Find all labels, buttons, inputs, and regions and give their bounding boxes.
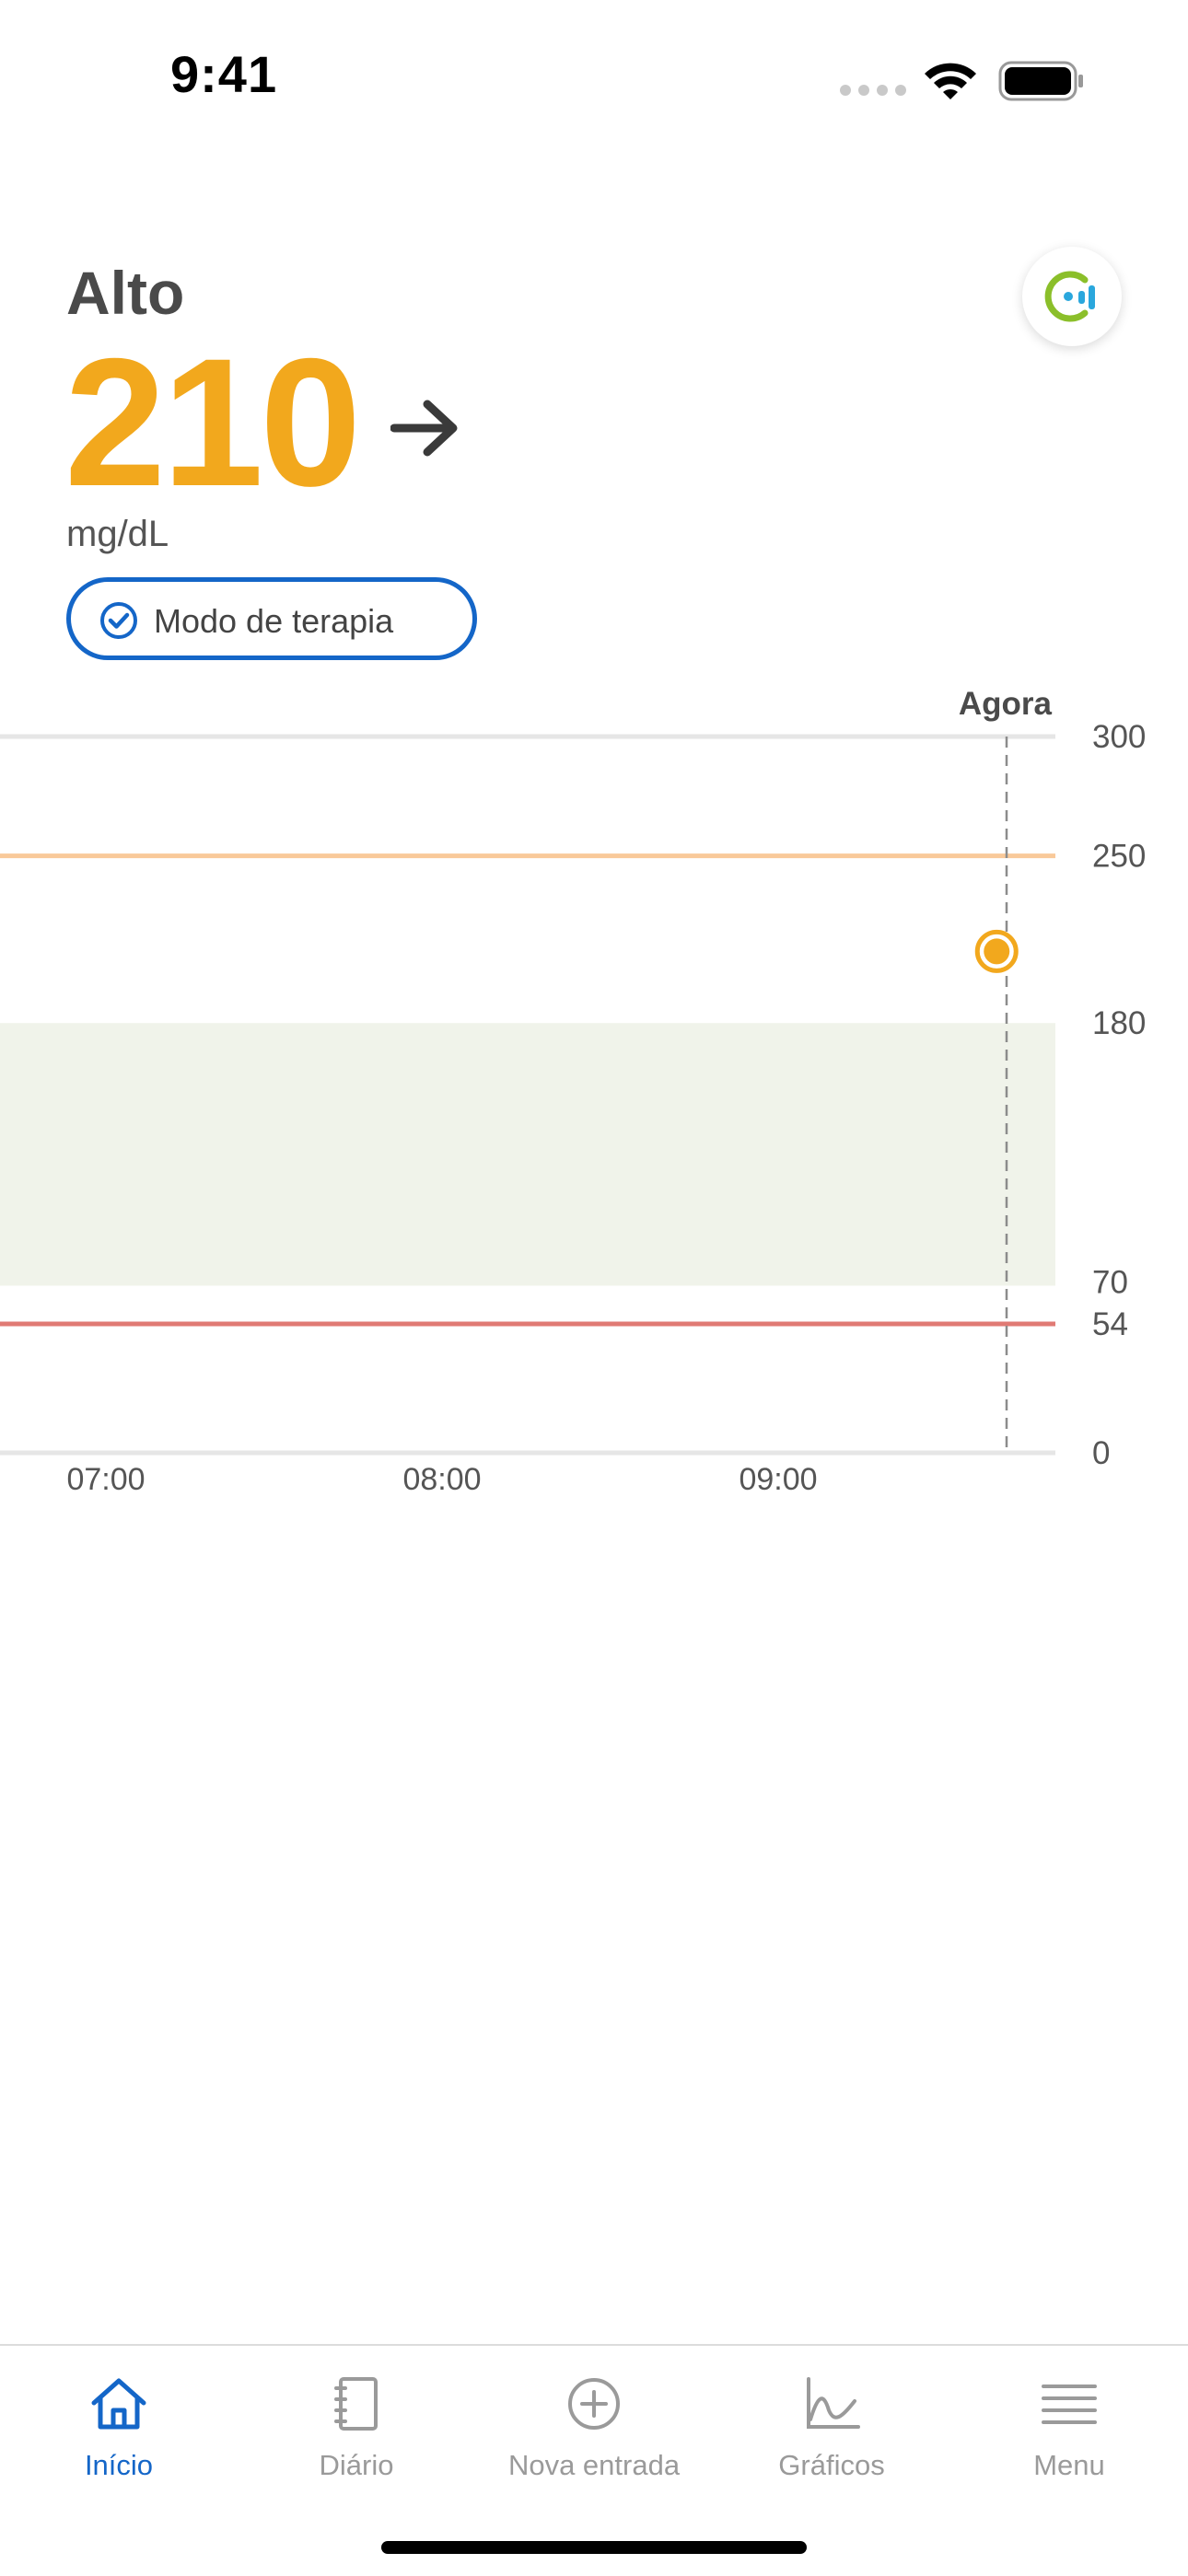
tab-inicio-label: Início <box>84 2449 154 2481</box>
arrow-right-icon <box>390 398 460 458</box>
cellular-signal-icon <box>840 85 908 96</box>
status-time: 9:41 <box>170 45 278 103</box>
battery-icon <box>998 61 1085 101</box>
y-tick-label: 180 <box>1092 1005 1146 1041</box>
tab-graficos[interactable]: Gráficos <box>713 2346 950 2493</box>
tab-graficos-label: Gráficos <box>778 2449 885 2481</box>
glucose-value: 210 <box>64 320 361 524</box>
home-icon <box>88 2373 149 2434</box>
notebook-icon <box>326 2373 387 2434</box>
tab-diario-label: Diário <box>319 2449 394 2481</box>
menu-icon <box>1039 2373 1100 2434</box>
glucose-unit: mg/dL <box>66 514 169 554</box>
x-tick-label: 09:00 <box>739 1462 817 1497</box>
home-indicator <box>381 2541 807 2554</box>
tab-menu[interactable]: Menu <box>950 2346 1188 2493</box>
now-label: Agora <box>959 686 1053 722</box>
y-tick-label: 300 <box>1092 719 1146 755</box>
therapy-mode-label: Modo de terapia <box>154 602 394 640</box>
glucose-point <box>984 938 1010 965</box>
check-circle-icon <box>99 600 139 641</box>
tab-nova-entrada-label: Nova entrada <box>507 2449 681 2481</box>
x-tick-label: 07:00 <box>66 1462 145 1497</box>
chart-icon <box>801 2373 862 2434</box>
glucose-chart: Agora 300 250 180 70 54 0 07:00 08:00 09:00 <box>0 686 1146 1497</box>
contour-logo-icon[interactable] <box>1022 247 1122 346</box>
glucose-state-label: Alto <box>66 259 185 327</box>
tab-inicio[interactable]: Início <box>0 2346 238 2493</box>
x-tick-label: 08:00 <box>402 1462 481 1497</box>
y-tick-label: 0 <box>1092 1435 1110 1471</box>
therapy-mode-button[interactable]: Modo de terapia <box>66 577 477 660</box>
tab-menu-label: Menu <box>1033 2449 1105 2481</box>
y-tick-label: 54 <box>1092 1306 1128 1342</box>
target-range-band <box>0 1023 1055 1286</box>
plus-circle-icon <box>564 2373 624 2434</box>
y-tick-label: 70 <box>1092 1264 1128 1300</box>
tab-diario[interactable]: Diário <box>238 2346 475 2493</box>
wifi-icon <box>921 59 980 99</box>
tab-nova-entrada[interactable]: Nova entrada <box>475 2346 713 2493</box>
y-tick-label: 250 <box>1092 839 1146 875</box>
